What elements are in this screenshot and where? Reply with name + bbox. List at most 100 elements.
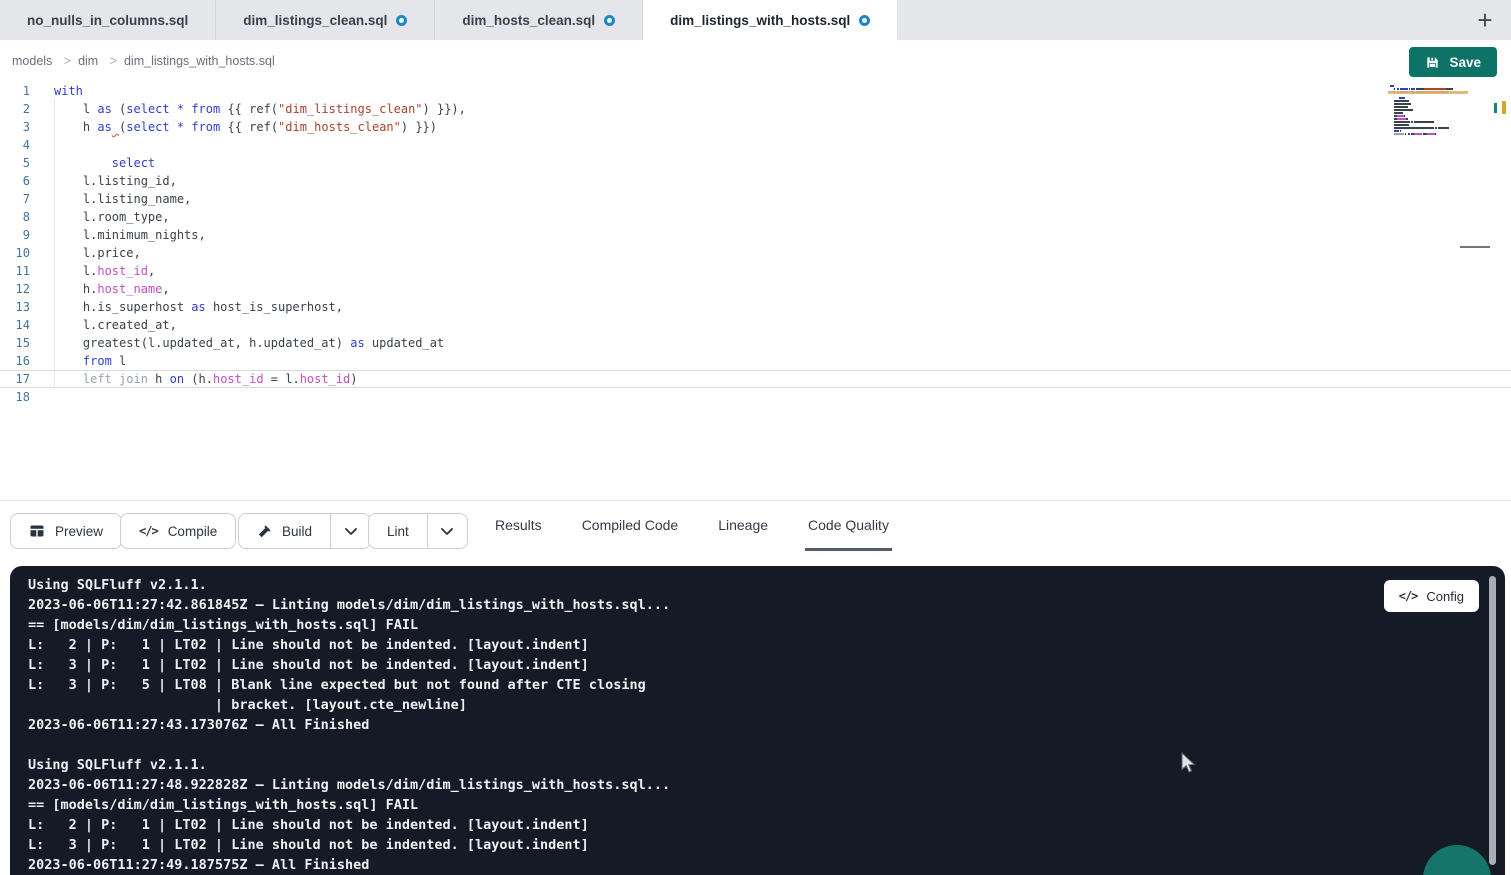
- code-token: ) }}): [401, 120, 437, 134]
- line-number: 16: [0, 352, 40, 370]
- code-token: "dim_listings_clean": [278, 102, 423, 116]
- code-line[interactable]: 8 l.room_type,: [0, 208, 1511, 226]
- code-line[interactable]: 7 l.listing_name,: [0, 190, 1511, 208]
- code-token: l.: [54, 264, 97, 278]
- lint-button[interactable]: Lint: [369, 514, 427, 548]
- file-tabs: no_nulls_in_columns.sql dim_listings_cle…: [0, 0, 898, 40]
- code-line[interactable]: 3 h as (select * from {{ ref("dim_hosts_…: [0, 118, 1511, 136]
- terminal-line: [28, 735, 1505, 755]
- code-token: from: [191, 120, 220, 134]
- sql-editor[interactable]: 1 with 2 l as (select * from {{ ref("dim…: [0, 82, 1511, 500]
- code-token: = l.: [264, 372, 300, 386]
- line-number: 4: [0, 136, 40, 154]
- code-line[interactable]: 1 with: [0, 82, 1511, 100]
- line-number: 9: [0, 226, 40, 244]
- code-token: host_name: [97, 282, 162, 296]
- minimap-slider-edge[interactable]: [1460, 246, 1490, 248]
- build-button[interactable]: Build: [239, 514, 330, 548]
- code-line[interactable]: 17 left join h on (h.host_id = l.host_id…: [0, 370, 1511, 388]
- lint-dropdown-button[interactable]: [427, 514, 467, 548]
- code-token: [54, 156, 112, 170]
- code-token: {{ ref(: [220, 120, 278, 134]
- breadcrumb-item[interactable]: dim_listings_with_hosts.sql: [124, 54, 275, 68]
- code-token: [54, 372, 83, 386]
- save-icon: [1425, 55, 1440, 70]
- line-number: 7: [0, 190, 40, 208]
- code-token: h: [54, 120, 97, 134]
- code-line[interactable]: 14 l.created_at,: [0, 316, 1511, 334]
- terminal-line: L: 3 | P: 1 | LT02 | Line should not be …: [28, 835, 1505, 855]
- config-label: Config: [1426, 589, 1464, 604]
- preview-button[interactable]: Preview: [10, 513, 122, 549]
- terminal-line: L: 2 | P: 1 | LT02 | Line should not be …: [28, 635, 1505, 655]
- code-token: ) }}),: [423, 102, 466, 116]
- panel-tab-results[interactable]: Results: [492, 501, 545, 551]
- new-tab-button[interactable]: +: [1459, 0, 1511, 40]
- code-line[interactable]: 15 greatest(l.updated_at, h.updated_at) …: [0, 334, 1511, 352]
- panel-tab-lineage[interactable]: Lineage: [715, 501, 771, 551]
- line-number: 8: [0, 208, 40, 226]
- code-line[interactable]: 9 l.minimum_nights,: [0, 226, 1511, 244]
- file-tab-label: dim_listings_clean.sql: [243, 13, 387, 28]
- table-icon: [29, 523, 45, 539]
- code-token: ,: [162, 282, 169, 296]
- code-line[interactable]: 10 l.price,: [0, 244, 1511, 262]
- breadcrumb-item[interactable]: models: [12, 54, 52, 68]
- file-tab-label: no_nulls_in_columns.sql: [27, 13, 188, 28]
- code-text: left join h on (h.host_id = l.host_id): [40, 370, 358, 388]
- code-token: l: [112, 354, 126, 368]
- terminal-scrollbar[interactable]: [1489, 576, 1496, 865]
- code-token: "dim_hosts_clean": [278, 120, 401, 134]
- file-tab[interactable]: dim_hosts_clean.sql: [435, 0, 643, 40]
- chevron-down-icon: [345, 528, 357, 535]
- build-dropdown-button[interactable]: [330, 514, 370, 548]
- overview-ruler-warning-mark: [1502, 101, 1506, 114]
- file-tab-bar: no_nulls_in_columns.sql dim_listings_cle…: [0, 0, 1511, 40]
- code-icon: </>: [1399, 589, 1418, 603]
- file-tab[interactable]: dim_listings_clean.sql: [216, 0, 435, 40]
- terminal-line: Using SQLFluff v2.1.1.: [28, 755, 1505, 775]
- config-button[interactable]: </> Config: [1384, 580, 1479, 612]
- code-token: select: [126, 120, 169, 134]
- code-line[interactable]: 5 select: [0, 154, 1511, 172]
- build-split-button: Build: [238, 513, 371, 549]
- code-line[interactable]: 16 from l: [0, 352, 1511, 370]
- code-line[interactable]: 11 l.host_id,: [0, 262, 1511, 280]
- line-number: 3: [0, 118, 40, 136]
- line-number: 13: [0, 298, 40, 316]
- panel-tab-code-quality[interactable]: Code Quality: [805, 501, 892, 551]
- code-line[interactable]: 2 l as (select * from {{ ref("dim_listin…: [0, 100, 1511, 118]
- code-text: with: [40, 82, 83, 100]
- code-text: select: [40, 154, 155, 172]
- breadcrumb-separator-icon: >: [64, 54, 71, 68]
- code-line[interactable]: 4: [0, 136, 1511, 154]
- save-button[interactable]: Save: [1409, 47, 1497, 77]
- indent-guide: [54, 100, 55, 388]
- line-number: 14: [0, 316, 40, 334]
- code-line[interactable]: 12 h.host_name,: [0, 280, 1511, 298]
- code-line[interactable]: 13 h.is_superhost as host_is_superhost,: [0, 298, 1511, 316]
- panel-tab-compiled-code[interactable]: Compiled Code: [579, 501, 682, 551]
- file-tab[interactable]: dim_listings_with_hosts.sql: [643, 0, 898, 40]
- chevron-down-icon: [441, 528, 453, 535]
- code-token: l.minimum_nights,: [54, 228, 206, 242]
- terminal-line: 2023-06-06T11:27:43.173076Z — All Finish…: [28, 715, 1505, 735]
- code-token: h.: [54, 282, 97, 296]
- code-line[interactable]: 6 l.listing_id,: [0, 172, 1511, 190]
- terminal-line: L: 3 | P: 5 | LT08 | Blank line expected…: [28, 675, 1505, 695]
- compile-button[interactable]: </> Compile: [120, 513, 236, 549]
- code-text: l as (select * from {{ ref("dim_listings…: [40, 100, 466, 118]
- file-tab[interactable]: no_nulls_in_columns.sql: [0, 0, 216, 40]
- code-token: *: [177, 102, 184, 116]
- line-number: 15: [0, 334, 40, 352]
- minimap[interactable]: [1390, 85, 1462, 139]
- file-tab-label: dim_hosts_clean.sql: [462, 13, 595, 28]
- code-token: h: [148, 372, 170, 386]
- code-token: as: [97, 102, 111, 116]
- lint-label: Lint: [387, 524, 409, 539]
- code-token: updated_at: [365, 336, 444, 350]
- breadcrumb-item[interactable]: dim: [78, 54, 98, 68]
- preview-label: Preview: [55, 524, 103, 539]
- code-token: ,: [148, 264, 155, 278]
- code-line[interactable]: 18: [0, 388, 1511, 406]
